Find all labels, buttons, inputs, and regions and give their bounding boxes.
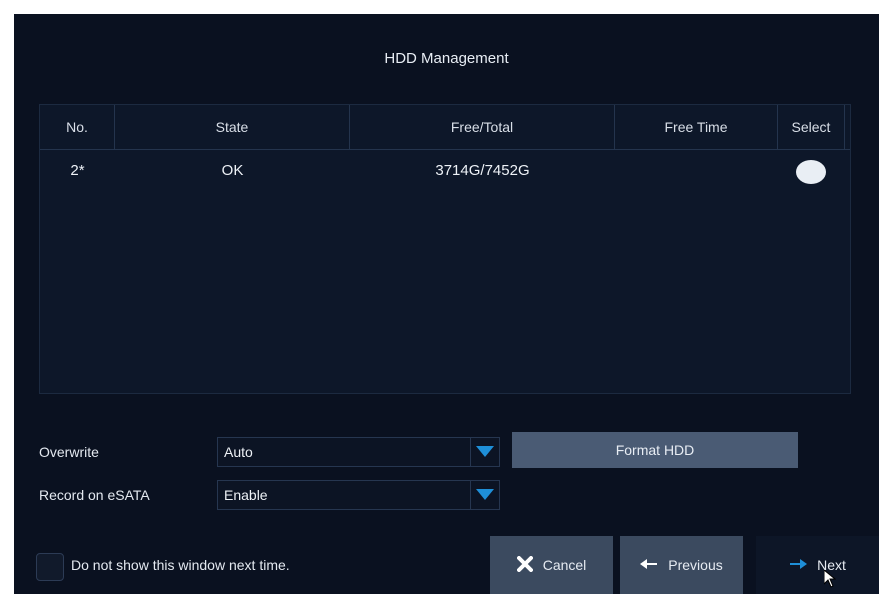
column-header-select: Select xyxy=(778,105,845,149)
next-button[interactable]: Next xyxy=(756,536,879,594)
x-mark-icon xyxy=(516,555,533,575)
cancel-button[interactable]: Cancel xyxy=(490,536,613,594)
previous-label: Previous xyxy=(668,557,723,573)
cell-free-time xyxy=(615,149,778,193)
column-header-free-time: Free Time xyxy=(615,105,778,149)
record-esata-dropdown[interactable]: Enable xyxy=(217,480,500,510)
select-radio[interactable] xyxy=(796,160,826,184)
column-header-state: State xyxy=(115,105,350,149)
arrow-right-icon xyxy=(789,557,808,573)
cell-free-total: 3714G/7452G xyxy=(435,162,530,179)
dont-show-checkbox[interactable] xyxy=(36,553,64,581)
column-header-free-total: Free/Total xyxy=(350,105,615,149)
record-esata-label: Record on eSATA xyxy=(39,487,150,503)
column-header-no: No. xyxy=(40,105,115,149)
arrow-left-icon xyxy=(640,557,658,573)
hdd-table: No. State Free/Total Free Time Select 2*… xyxy=(39,104,851,394)
table-header: No. State Free/Total Free Time Select xyxy=(40,105,850,150)
overwrite-value: Auto xyxy=(224,444,253,460)
previous-button[interactable]: Previous xyxy=(620,536,743,594)
overwrite-label: Overwrite xyxy=(39,444,99,460)
cell-state: OK xyxy=(221,162,244,179)
cell-no: 2* xyxy=(70,162,85,179)
hdd-management-window: HDD Management No. State Free/Total Free… xyxy=(14,14,879,594)
format-hdd-button[interactable]: Format HDD xyxy=(512,432,798,468)
chevron-down-icon[interactable] xyxy=(470,438,499,466)
record-esata-value: Enable xyxy=(224,487,268,503)
chevron-down-icon[interactable] xyxy=(470,481,499,509)
table-row[interactable]: 2* OK 3714G/7452G xyxy=(40,149,850,193)
dont-show-label: Do not show this window next time. xyxy=(71,557,290,573)
window-title: HDD Management xyxy=(384,50,509,67)
cancel-label: Cancel xyxy=(542,557,587,573)
overwrite-dropdown[interactable]: Auto xyxy=(217,437,500,467)
mouse-cursor-icon xyxy=(824,570,836,588)
